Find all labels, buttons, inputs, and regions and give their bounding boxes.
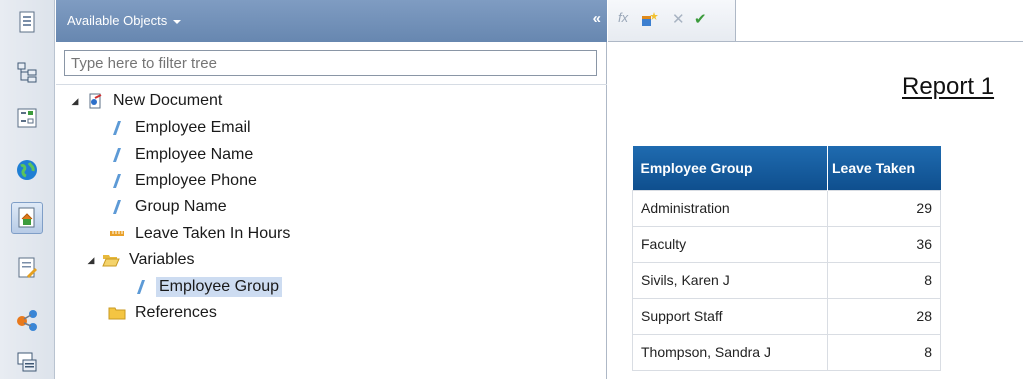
tree-item-label: Employee Phone (135, 172, 257, 189)
open-folder-icon (102, 252, 120, 268)
close-icon: ✕ (672, 11, 685, 28)
formula-editor-button[interactable]: fx (618, 10, 628, 25)
input-controls-icon[interactable] (11, 102, 43, 134)
available-objects-panel: Available Objects « ◢ New Document Emplo… (56, 0, 607, 379)
tree-node-label: New Document (113, 92, 223, 109)
panel-title-menu[interactable]: Available Objects (67, 13, 182, 28)
table-cell[interactable]: Administration (632, 189, 828, 227)
table-cell[interactable]: 28 (827, 297, 941, 335)
chevron-down-icon (173, 19, 182, 24)
table-cell[interactable]: 36 (827, 225, 941, 263)
document-icon[interactable] (11, 6, 43, 38)
edit-document-icon[interactable] (11, 252, 43, 284)
comments-icon[interactable] (11, 346, 43, 378)
formula-bar: fx ✕ ✔ (608, 0, 1023, 42)
tree-node-label: References (135, 304, 217, 321)
globe-icon[interactable] (11, 154, 43, 186)
tree-item-label: Group Name (135, 198, 227, 215)
document-icon (86, 93, 104, 109)
cancel-formula-button[interactable]: ✕ (672, 10, 685, 28)
report-table[interactable]: Employee Group Leave Taken Administratio… (632, 146, 941, 371)
tree-structure-icon[interactable] (11, 56, 43, 88)
column-header-leave-taken[interactable]: Leave Taken (827, 146, 941, 190)
measure-icon (108, 226, 126, 242)
tree-item-label: Employee Group (156, 277, 283, 297)
expanded-toggle-icon[interactable]: ◢ (86, 255, 96, 266)
document-home-icon[interactable] (11, 202, 43, 234)
collapse-panel-button[interactable]: « (593, 10, 601, 27)
folder-icon (108, 305, 126, 321)
share-icon[interactable] (11, 304, 43, 336)
table-cell[interactable]: Thompson, Sandra J (632, 333, 828, 371)
panel-title: Available Objects (67, 13, 168, 28)
validate-formula-button[interactable]: ✔ (694, 10, 707, 28)
table-row: Sivils, Karen J 8 (632, 261, 941, 299)
tree-item-employee-group[interactable]: Employee Group (132, 275, 283, 299)
fx-icon: fx (618, 10, 629, 25)
check-icon: ✔ (694, 11, 707, 28)
dimension-icon (108, 173, 126, 189)
tree-node-variables[interactable]: ◢ Variables (86, 248, 198, 272)
table-header-row: Employee Group Leave Taken (632, 146, 941, 190)
table-row: Faculty 36 (632, 225, 941, 263)
tree-item-group-name[interactable]: Group Name (108, 195, 230, 219)
tree-item-label: Employee Name (135, 146, 254, 163)
dimension-icon (108, 147, 126, 163)
table-cell[interactable]: 29 (827, 189, 941, 227)
expanded-toggle-icon[interactable]: ◢ (70, 96, 80, 107)
tree-node-new-document[interactable]: ◢ New Document (70, 89, 225, 113)
dimension-icon (108, 199, 126, 215)
left-toolbar (0, 0, 55, 379)
create-variable-icon[interactable] (640, 10, 660, 33)
table-row: Thompson, Sandra J 8 (632, 333, 941, 371)
table-cell[interactable]: Faculty (632, 225, 828, 263)
dimension-icon (132, 279, 150, 295)
tree-item-employee-name[interactable]: Employee Name (108, 143, 256, 167)
table-cell[interactable]: 8 (827, 261, 941, 299)
tree-item-leave-taken-in-hours[interactable]: Leave Taken In Hours (108, 222, 293, 246)
tree-item-employee-phone[interactable]: Employee Phone (108, 169, 260, 193)
column-header-employee-group[interactable]: Employee Group (632, 146, 828, 190)
filter-tree-input[interactable] (64, 50, 597, 76)
tree-node-references[interactable]: References (108, 301, 220, 325)
tree-node-label: Variables (129, 251, 195, 268)
report-canvas: Report 1 Employee Group Leave Taken Admi… (608, 43, 1023, 379)
divider (56, 84, 607, 85)
table-row: Administration 29 (632, 189, 941, 227)
table-cell[interactable]: Support Staff (632, 297, 828, 335)
tree-item-label: Leave Taken In Hours (135, 225, 291, 242)
table-cell[interactable]: 8 (827, 333, 941, 371)
tree-item-label: Employee Email (135, 119, 251, 136)
table-row: Support Staff 28 (632, 297, 941, 335)
tree-item-employee-email[interactable]: Employee Email (108, 116, 254, 140)
dimension-icon (108, 120, 126, 136)
table-cell[interactable]: Sivils, Karen J (632, 261, 828, 299)
panel-header: Available Objects « (56, 0, 607, 42)
formula-toolbar: fx ✕ ✔ (608, 0, 736, 41)
report-title[interactable]: Report 1 (902, 73, 994, 101)
